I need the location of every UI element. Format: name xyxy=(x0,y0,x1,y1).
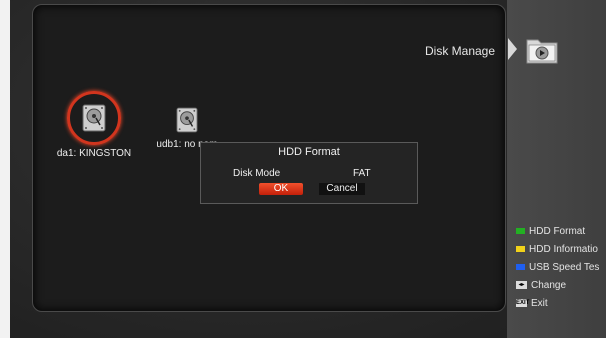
cancel-button[interactable]: Cancel xyxy=(319,183,365,195)
left-right-key-icon: ◂▸ xyxy=(516,281,527,289)
green-key-icon xyxy=(516,228,525,234)
hdd-format-dialog: HDD Format Disk Mode FAT OK Cancel xyxy=(200,142,418,204)
disk-label: da1: KINGSTON xyxy=(56,148,132,159)
key-legend: HDD Format HDD Informatio USB Speed Tes … xyxy=(516,222,606,312)
legend-label: USB Speed Tes xyxy=(529,261,600,273)
legend-hdd-format[interactable]: HDD Format xyxy=(516,222,606,240)
hard-disk-icon xyxy=(176,107,198,133)
legend-label: HDD Format xyxy=(529,225,586,237)
hard-disk-icon xyxy=(82,104,106,132)
blue-key-icon xyxy=(516,264,525,270)
disk-mode-label: Disk Mode xyxy=(233,168,281,179)
exit-key-icon: EXIT xyxy=(516,299,530,307)
ok-button[interactable]: OK xyxy=(259,183,303,195)
dialog-title: HDD Format xyxy=(278,146,340,158)
legend-label: Exit xyxy=(531,297,548,309)
legend-label: HDD Informatio xyxy=(529,243,598,255)
title-arrow-icon xyxy=(508,38,517,60)
disk-mode-value[interactable]: FAT xyxy=(353,168,371,179)
yellow-key-icon xyxy=(516,246,525,252)
disk-item-da1[interactable]: da1: KINGSTON xyxy=(54,91,134,159)
legend-change[interactable]: ◂▸ Change xyxy=(516,276,606,294)
legend-exit[interactable]: EXIT Exit xyxy=(516,294,606,312)
page-title: Disk Manage xyxy=(425,44,496,58)
legend-hdd-information[interactable]: HDD Informatio xyxy=(516,240,606,258)
tv-screen: Disk Manage da1: KINGSTON udb1: no nam H… xyxy=(10,0,606,338)
selection-ring xyxy=(67,91,121,145)
legend-label: Change xyxy=(531,279,567,291)
legend-usb-speed-test[interactable]: USB Speed Tes xyxy=(516,258,606,276)
folder-play-icon xyxy=(526,39,558,64)
